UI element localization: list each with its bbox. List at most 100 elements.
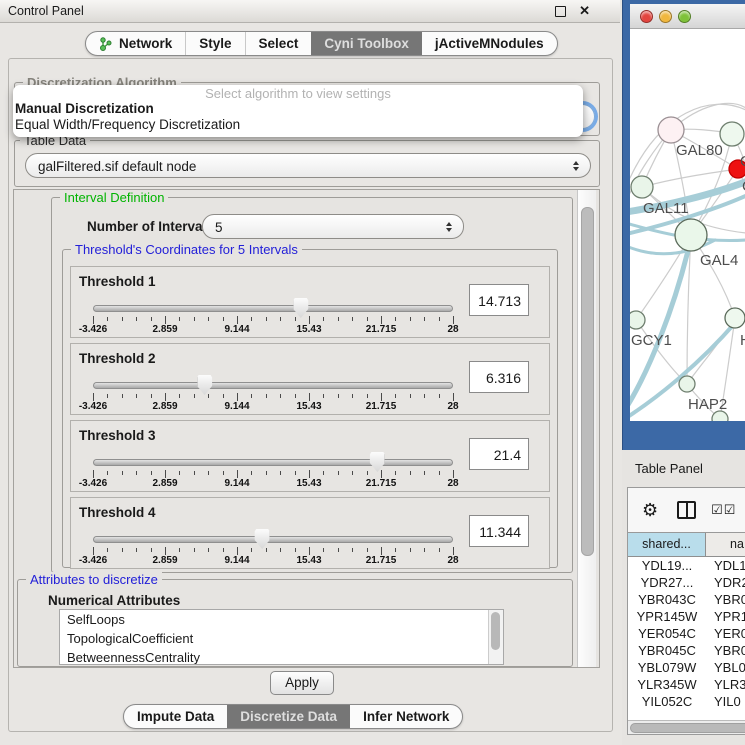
table-row[interactable]: YBR045C YBR0 — [628, 642, 745, 659]
close-icon[interactable]: ✕ — [579, 3, 590, 19]
tab-select[interactable]: Select — [245, 32, 312, 55]
tab-style[interactable]: Style — [185, 32, 244, 55]
traffic-light-zoom[interactable] — [678, 10, 691, 23]
gear-icon[interactable]: ⚙ — [642, 500, 658, 521]
column-header-name[interactable]: na — [706, 533, 745, 556]
horizontal-scrollbar-thumb[interactable] — [630, 723, 745, 733]
table-row[interactable]: YBL079W YBL0 — [628, 659, 745, 676]
cell-name[interactable]: YDR2 — [706, 574, 745, 591]
attribute-list-item[interactable]: BetweennessCentrality — [60, 648, 503, 665]
cell-shared-name[interactable]: YIL052C — [628, 693, 706, 710]
cell-name[interactable]: YPR1 — [706, 608, 745, 625]
table-row[interactable]: YBR043C YBR0 — [628, 591, 745, 608]
tick-mark — [194, 548, 195, 552]
network-edge[interactable] — [642, 169, 738, 187]
cell-name[interactable]: YDL1 — [706, 557, 745, 574]
table-row[interactable]: YER054C YER0 — [628, 625, 745, 642]
threshold-value-field[interactable]: 14.713 — [469, 284, 529, 316]
float-window-icon[interactable] — [555, 6, 566, 17]
tab-cyni-toolbox[interactable]: Cyni Toolbox — [311, 32, 422, 55]
tick-mark — [194, 394, 195, 398]
cell-shared-name[interactable]: YDL19... — [628, 557, 706, 574]
vertical-scrollbar[interactable] — [577, 190, 596, 667]
attribute-list-item[interactable]: TopologicalCoefficient — [60, 629, 503, 648]
cell-shared-name[interactable]: YBL079W — [628, 659, 706, 676]
numerical-attributes-list[interactable]: SelfLoops TopologicalCoefficient Between… — [59, 609, 504, 665]
cell-shared-name[interactable]: YER054C — [628, 625, 706, 642]
table-panel-title: Table Panel — [635, 461, 703, 476]
slider-track[interactable] — [93, 459, 453, 466]
threshold-slider[interactable]: -3.4262.8599.14415.4321.71528 — [93, 498, 453, 568]
tick-mark — [223, 394, 224, 398]
dropdown-option-manual-discretization[interactable]: Manual Discretization — [13, 101, 583, 117]
table-data-combobox[interactable]: galFiltered.sif default node — [25, 153, 591, 178]
traffic-light-minimize[interactable] — [659, 10, 672, 23]
tab-infer-network[interactable]: Infer Network — [350, 705, 462, 728]
network-node[interactable] — [679, 376, 695, 392]
threshold-value-field[interactable]: 11.344 — [469, 515, 529, 547]
table-row[interactable]: YLR345W YLR3 — [628, 676, 745, 693]
control-panel-title: Control Panel — [8, 4, 84, 18]
cell-name[interactable]: YIL0 — [706, 693, 745, 710]
table-row[interactable]: YDR27... YDR2 — [628, 574, 745, 591]
vertical-scrollbar-thumb[interactable] — [581, 207, 594, 556]
tick-mark — [122, 394, 123, 398]
apply-button[interactable]: Apply — [270, 671, 334, 695]
tick-mark — [136, 394, 137, 398]
threshold-slider[interactable]: -3.4262.8599.14415.4321.71528 — [93, 421, 453, 491]
tick-label: -3.426 — [79, 324, 107, 335]
cell-shared-name[interactable]: YPR145W — [628, 608, 706, 625]
slider-handle[interactable] — [370, 452, 385, 472]
slider-handle[interactable] — [293, 298, 308, 318]
tab-network[interactable]: Network — [86, 32, 185, 55]
cell-shared-name[interactable]: YBR045C — [628, 642, 706, 659]
select-columns-icons[interactable]: ☑☑ — [711, 502, 736, 518]
cell-shared-name[interactable]: YLR345W — [628, 676, 706, 693]
table-row[interactable]: YDL19... YDL1 — [628, 557, 745, 574]
slider-track[interactable] — [93, 305, 453, 312]
column-header-shared-name[interactable]: shared... — [628, 533, 706, 556]
tab-discretize-data[interactable]: Discretize Data — [227, 705, 350, 728]
attribute-list-item[interactable]: SelfLoops — [60, 610, 503, 629]
table-row[interactable]: YIL052C YIL0 — [628, 693, 745, 710]
tick-mark — [151, 317, 152, 321]
tick-label: 15.43 — [296, 478, 321, 489]
network-node[interactable] — [631, 176, 653, 198]
threshold-slider[interactable]: -3.4262.8599.14415.4321.71528 — [93, 267, 453, 337]
attributes-list-scrollbar[interactable] — [488, 610, 503, 664]
number-of-intervals-spinner[interactable]: 5 — [202, 214, 464, 239]
tab-impute-data[interactable]: Impute Data — [124, 705, 227, 728]
cell-name[interactable]: YLR3 — [706, 676, 745, 693]
slider-track[interactable] — [93, 382, 453, 389]
cell-name[interactable]: YBR0 — [706, 591, 745, 608]
network-node[interactable] — [675, 219, 707, 251]
cell-shared-name[interactable]: YBR043C — [628, 591, 706, 608]
slider-track[interactable] — [93, 536, 453, 543]
cell-shared-name[interactable]: YDR27... — [628, 574, 706, 591]
cell-name[interactable]: YBL0 — [706, 659, 745, 676]
tick-mark — [251, 394, 252, 398]
tick-mark — [136, 317, 137, 321]
cyni-mode-tabs: Impute Data Discretize Data Infer Networ… — [123, 704, 463, 729]
tick-mark — [251, 317, 252, 321]
tab-jactivemnodules[interactable]: jActiveMNodules — [422, 32, 557, 55]
network-canvas[interactable]: GAL80GACGAL11GAL4GCY1HHAP2 — [630, 28, 745, 421]
columns-icon[interactable] — [677, 501, 696, 519]
threshold-value-field[interactable]: 21.4 — [469, 438, 529, 470]
threshold-slider[interactable]: -3.4262.8599.14415.4321.71528 — [93, 344, 453, 414]
dropdown-option-equal-width[interactable]: Equal Width/Frequency Discretization — [13, 117, 583, 133]
attributes-list-scrollbar-thumb[interactable] — [491, 612, 500, 650]
table-row[interactable]: YPR145W YPR1 — [628, 608, 745, 625]
traffic-light-close[interactable] — [640, 10, 653, 23]
network-node[interactable] — [720, 122, 744, 146]
horizontal-scrollbar[interactable] — [628, 720, 745, 734]
network-node[interactable] — [725, 308, 745, 328]
slider-handle[interactable] — [197, 375, 212, 395]
tick-mark — [381, 547, 382, 555]
slider-handle[interactable] — [255, 529, 270, 549]
network-node[interactable] — [630, 311, 645, 329]
cell-name[interactable]: YER0 — [706, 625, 745, 642]
threshold-value-field[interactable]: 6.316 — [469, 361, 529, 393]
cell-name[interactable]: YBR0 — [706, 642, 745, 659]
network-node[interactable] — [658, 117, 684, 143]
